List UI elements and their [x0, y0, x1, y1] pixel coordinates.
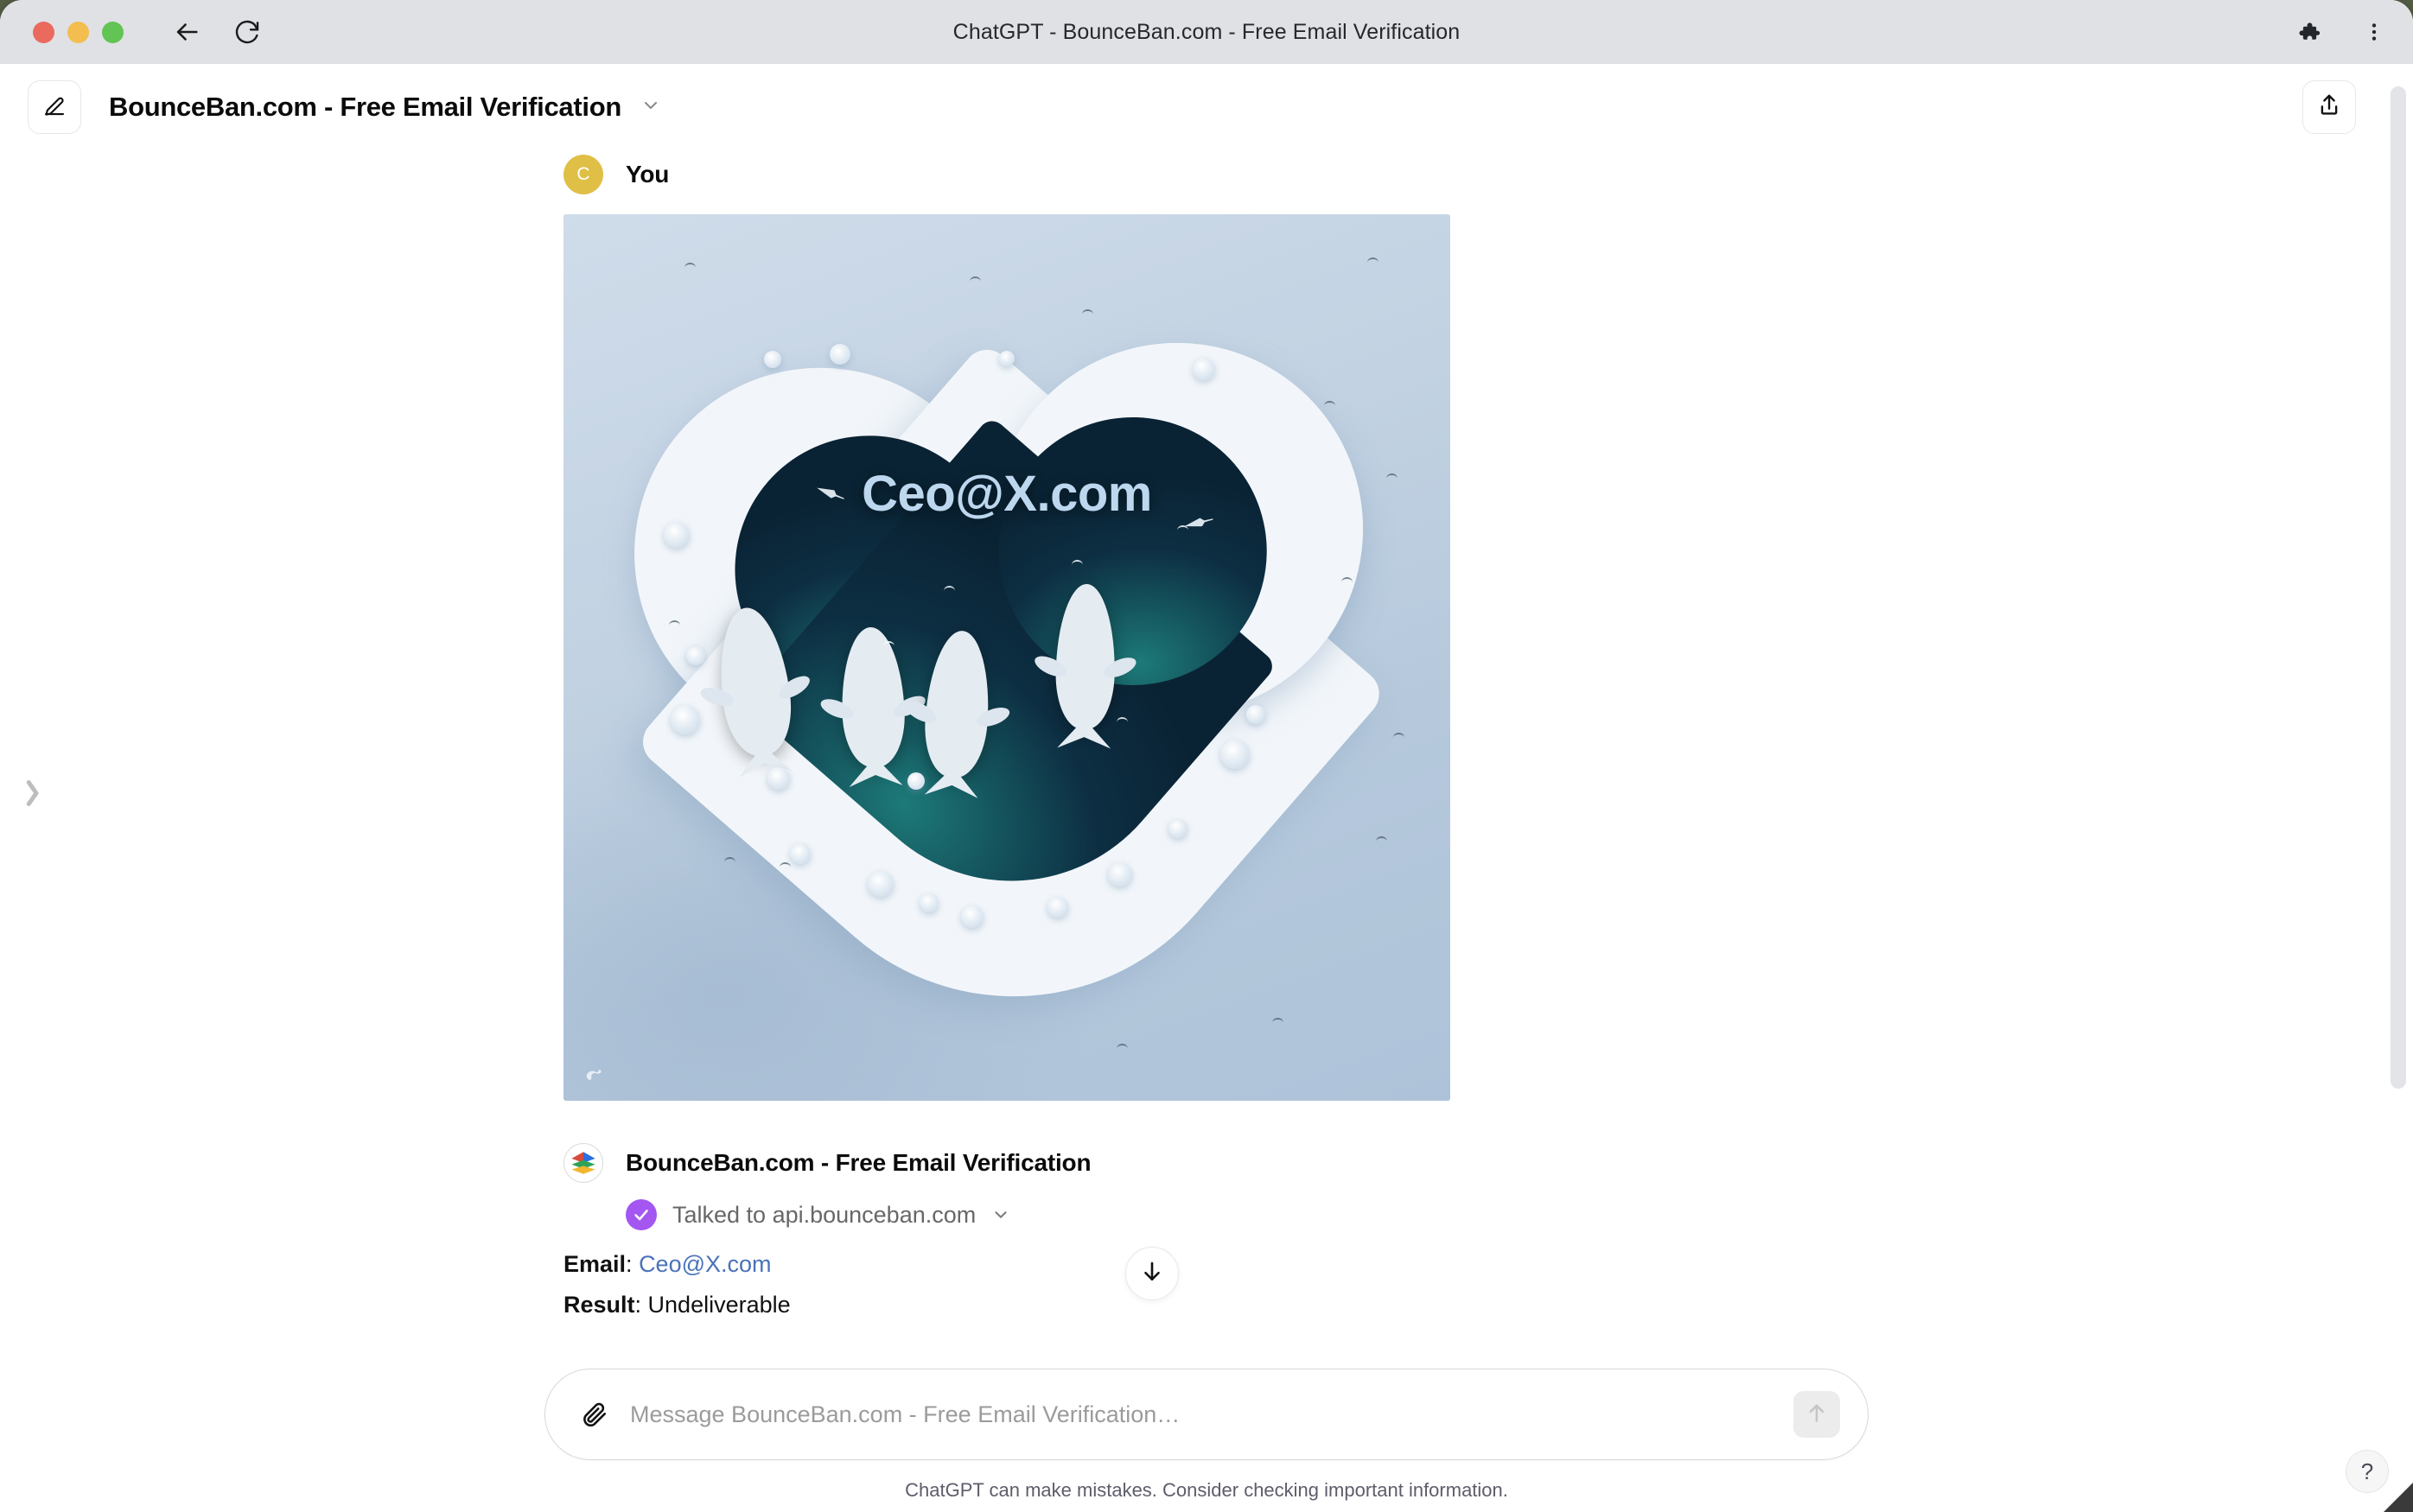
bird [1393, 733, 1404, 738]
bird [724, 857, 735, 862]
bird [1324, 401, 1335, 406]
message-composer[interactable] [544, 1369, 1869, 1460]
tool-call-label: Talked to api.bounceban.com [672, 1201, 977, 1228]
user-sender-name: You [626, 161, 670, 187]
bird [684, 263, 696, 268]
chevron-down-icon[interactable] [640, 95, 661, 116]
send-button[interactable] [1793, 1391, 1840, 1438]
snow-bush [764, 351, 781, 368]
bird [1117, 1044, 1128, 1049]
bird [1376, 836, 1387, 842]
chevron-right-icon [19, 773, 45, 817]
screen: ChatGPT - BounceBan.com - Free Email Ver… [0, 0, 2413, 1512]
purple-check-icon [626, 1199, 657, 1230]
minimize-window-button[interactable] [67, 21, 89, 43]
bird [1072, 560, 1083, 565]
disclaimer-text: ChatGPT can make mistakes. Consider chec… [905, 1479, 1508, 1501]
close-window-button[interactable] [33, 21, 54, 43]
bird [1082, 309, 1093, 314]
scroll-to-bottom-button[interactable] [1125, 1247, 1179, 1300]
bounceban-layers-logo [563, 1143, 603, 1183]
email-link[interactable]: Ceo@X.com [639, 1251, 771, 1277]
image-generator-watermark [579, 1058, 608, 1087]
snow-bush [1047, 897, 1068, 918]
field-sep: : [626, 1251, 640, 1277]
chevron-down-icon[interactable] [991, 1205, 1010, 1224]
arrow-up-icon [1805, 1401, 1829, 1429]
share-button[interactable] [2302, 80, 2356, 134]
window-title: ChatGPT - BounceBan.com - Free Email Ver… [952, 19, 1461, 44]
field-result: Result: Undeliverable [563, 1292, 2413, 1319]
snow-bush [907, 772, 925, 790]
snow-bush [1168, 819, 1187, 838]
field-email-label: Email [563, 1251, 627, 1277]
paperclip-icon[interactable] [576, 1397, 611, 1432]
field-sep: : [634, 1291, 648, 1318]
bird [1272, 1018, 1283, 1023]
snow-bush [1220, 740, 1250, 769]
field-result-value: Undeliverable [647, 1291, 791, 1318]
snow-bush [999, 351, 1015, 366]
snow-bush [1108, 862, 1132, 886]
window-controls [33, 21, 124, 43]
help-button[interactable]: ? [2346, 1450, 2389, 1493]
snow-bush [1246, 705, 1265, 724]
question-mark-icon: ? [2360, 1458, 2374, 1484]
compose-pencil-icon [41, 92, 67, 123]
reload-icon[interactable] [232, 17, 262, 47]
chat-title-text: BounceBan.com - Free Email Verification [109, 92, 621, 122]
sidebar-toggle-handle[interactable] [19, 773, 45, 817]
vertical-scrollbar[interactable] [2391, 86, 2406, 1089]
bird [780, 862, 791, 867]
snow-bush [868, 871, 894, 897]
composer-area: ChatGPT can make mistakes. Consider chec… [0, 1369, 2413, 1512]
snow-bush [1193, 358, 1215, 380]
avatar: C [563, 155, 603, 194]
title-bar-right-controls [2294, 0, 2389, 64]
bird [1341, 577, 1353, 582]
bird [883, 641, 895, 646]
assistant-message: BounceBan.com - Free Email Verification … [563, 1139, 2413, 1319]
snow-bush [767, 767, 790, 790]
user-message-header: C You [563, 150, 2413, 199]
snow-bush [920, 893, 939, 912]
app-header: BounceBan.com - Free Email Verification [0, 64, 2413, 150]
result-fields: Email: Ceo@X.com Result: Undeliverable [563, 1251, 2413, 1319]
arrow-down-icon [1139, 1259, 1165, 1289]
field-email: Email: Ceo@X.com [563, 1251, 2413, 1279]
bird [1117, 717, 1128, 722]
avatar-letter: C [576, 164, 590, 184]
new-chat-button[interactable] [28, 80, 81, 134]
puzzle-piece-icon[interactable] [2294, 17, 2323, 47]
browser-window: ChatGPT - BounceBan.com - Free Email Ver… [0, 0, 2413, 1512]
bird [970, 276, 981, 282]
snow-bush [686, 646, 705, 665]
snow-bush [671, 705, 700, 734]
three-dot-menu-icon[interactable] [2359, 17, 2389, 47]
browser-nav-buttons [172, 17, 262, 47]
field-result-label: Result [563, 1291, 635, 1318]
conversation: C You Ceo@X.com BounceBan.com - Free Ema… [0, 150, 2413, 1319]
bird [944, 586, 955, 591]
snow-bush [830, 344, 850, 365]
page-title[interactable]: BounceBan.com - Free Email Verification [109, 92, 661, 123]
share-upload-icon [2316, 92, 2342, 123]
search-input[interactable] [630, 1401, 1793, 1428]
assistant-message-header: BounceBan.com - Free Email Verification [563, 1139, 2413, 1187]
snow-bush [790, 843, 811, 864]
snow-bush [961, 905, 984, 928]
tool-call-status[interactable]: Talked to api.bounceban.com [626, 1199, 2413, 1230]
title-bar: ChatGPT - BounceBan.com - Free Email Ver… [0, 0, 2413, 64]
image-overlay-text: Ceo@X.com [862, 466, 1152, 522]
bird [1367, 257, 1378, 263]
back-arrow-icon[interactable] [172, 17, 201, 47]
maximize-window-button[interactable] [102, 21, 124, 43]
bird [669, 620, 680, 626]
assistant-sender-name: BounceBan.com - Free Email Verification [626, 1149, 1092, 1176]
generated-image[interactable]: Ceo@X.com [563, 214, 1450, 1101]
user-message: C You Ceo@X.com [563, 150, 2413, 1101]
snow-bush [664, 522, 690, 548]
